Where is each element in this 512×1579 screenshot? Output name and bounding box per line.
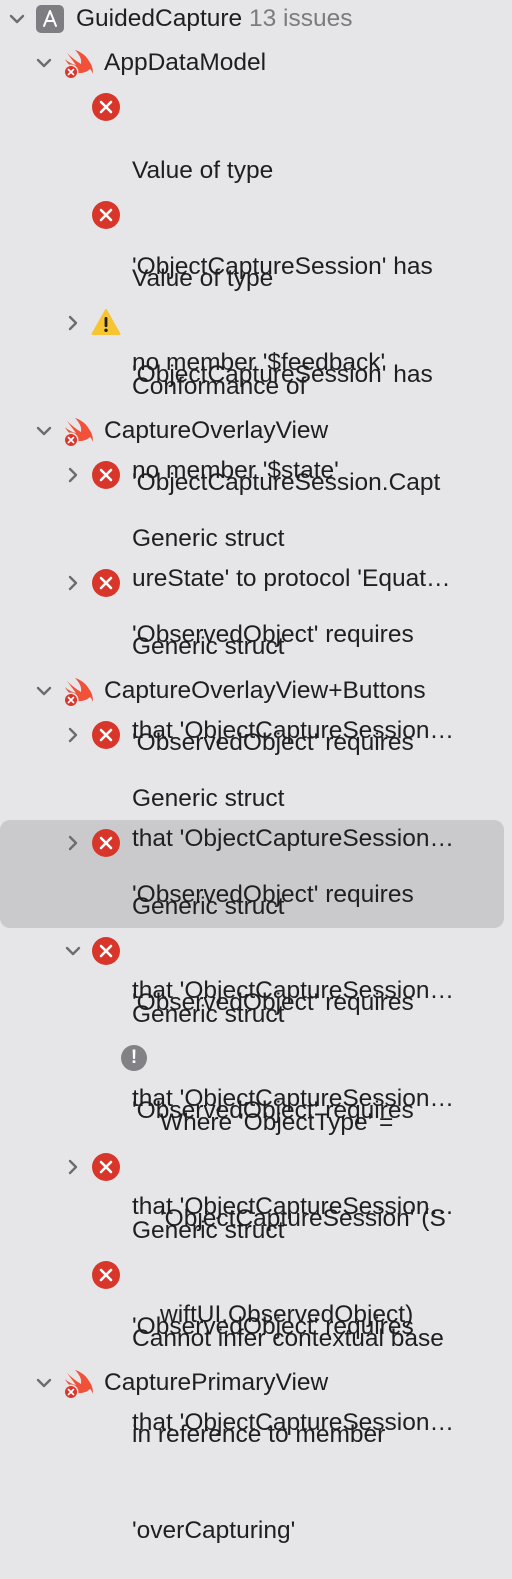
issue-text[interactable]: Cannot infer contextual base in referenc… — [132, 1259, 444, 1579]
group-name-captureoverlayview-buttons[interactable]: CaptureOverlayView+Buttons — [104, 675, 426, 707]
swift-file-error-icon — [62, 415, 96, 454]
project-name: GuidedCapture — [76, 5, 243, 32]
chevron-right-icon[interactable] — [62, 464, 84, 486]
error-icon — [92, 93, 120, 121]
swift-file-error-icon — [62, 675, 96, 714]
chevron-down-icon[interactable] — [33, 52, 55, 74]
error-icon — [92, 569, 120, 597]
chevron-right-icon[interactable] — [62, 312, 84, 334]
group-name-appdatamodel[interactable]: AppDataModel — [104, 47, 266, 79]
swift-file-error-icon — [62, 1367, 96, 1406]
issue-count: 13 issues — [248, 5, 353, 32]
chevron-down-icon[interactable] — [33, 680, 55, 702]
project-row[interactable]: GuidedCapture 13 issues — [76, 3, 353, 35]
note-icon: ! — [121, 1045, 147, 1071]
group-name-captureoverlayview[interactable]: CaptureOverlayView — [104, 415, 328, 447]
chevron-right-icon[interactable] — [62, 1156, 84, 1178]
chevron-down-icon[interactable] — [6, 8, 28, 30]
chevron-right-icon[interactable] — [62, 724, 84, 746]
error-icon — [92, 721, 120, 749]
chevron-right-icon[interactable] — [62, 572, 84, 594]
chevron-right-icon[interactable] — [62, 832, 84, 854]
error-icon — [92, 829, 120, 857]
group-name-captureprimaryview[interactable]: CapturePrimaryView — [104, 1367, 328, 1399]
chevron-down-icon[interactable] — [62, 940, 84, 962]
xcode-project-icon — [36, 5, 64, 38]
warning-icon — [91, 308, 121, 341]
error-icon — [92, 461, 120, 489]
error-icon — [92, 1153, 120, 1181]
chevron-down-icon[interactable] — [33, 1372, 55, 1394]
chevron-down-icon[interactable] — [33, 420, 55, 442]
error-icon — [92, 937, 120, 965]
error-icon — [92, 1261, 120, 1289]
swift-file-error-icon — [62, 47, 96, 86]
error-icon — [92, 201, 120, 229]
